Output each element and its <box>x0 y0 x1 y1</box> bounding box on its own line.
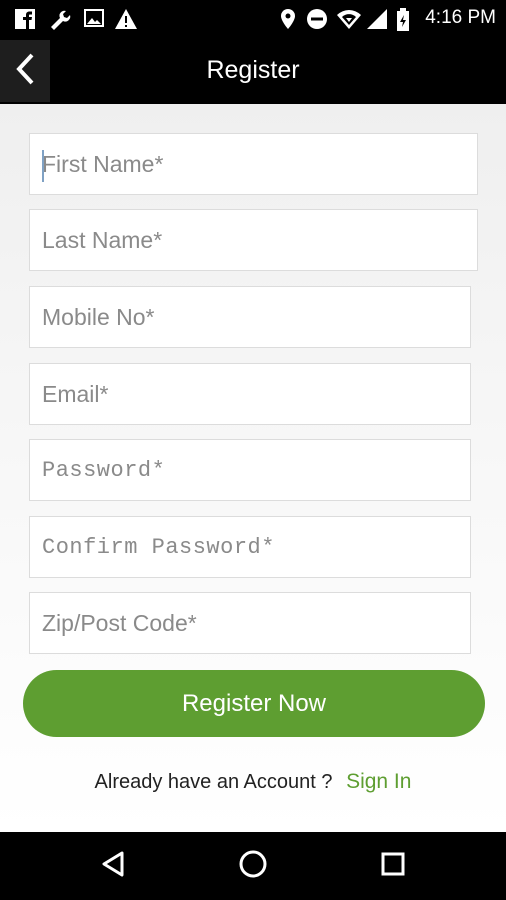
recents-square-icon <box>380 851 406 882</box>
text-cursor <box>42 150 44 182</box>
back-triangle-icon <box>100 850 126 883</box>
mobile-field-box <box>29 286 471 348</box>
zip-input[interactable] <box>30 593 470 653</box>
password-field-box <box>29 439 471 501</box>
nav-home-button[interactable] <box>233 846 273 886</box>
last-name-input[interactable] <box>30 210 477 270</box>
image-icon <box>84 8 104 33</box>
location-icon <box>279 8 297 35</box>
status-bar: 4:16 PM <box>0 0 506 38</box>
dnd-icon <box>306 8 328 35</box>
battery-icon <box>396 8 410 37</box>
confirm-password-field-box <box>29 516 471 578</box>
home-circle-icon <box>238 849 268 884</box>
signal-icon <box>366 8 388 35</box>
nav-recents-button[interactable] <box>373 846 413 886</box>
last-name-field-box <box>29 209 478 271</box>
page-title: Register <box>206 56 300 84</box>
register-now-button[interactable]: Register Now <box>23 670 485 737</box>
navigation-bar <box>0 832 506 900</box>
register-screen: 4:16 PM Register First Name* Last Name* … <box>0 0 506 900</box>
wrench-icon <box>48 8 72 35</box>
signin-prompt: Already have an Account ? <box>94 771 333 793</box>
wifi-icon <box>336 8 362 35</box>
mobile-input[interactable] <box>30 287 470 347</box>
status-time: 4:16 PM <box>425 7 496 28</box>
email-input[interactable] <box>30 364 470 424</box>
app-bar: Register <box>0 38 506 104</box>
password-input[interactable] <box>30 440 470 500</box>
zip-field-box <box>29 592 471 654</box>
first-name-field-box <box>29 133 478 195</box>
email-field-box <box>29 363 471 425</box>
facebook-icon <box>14 8 36 35</box>
sign-in-link[interactable]: Sign In <box>346 770 411 793</box>
nav-back-button[interactable] <box>93 846 133 886</box>
first-name-input[interactable] <box>30 134 477 194</box>
warning-icon <box>114 8 138 35</box>
signin-row: Already have an Account ? Sign In <box>0 770 506 794</box>
confirm-password-input[interactable] <box>30 517 470 577</box>
